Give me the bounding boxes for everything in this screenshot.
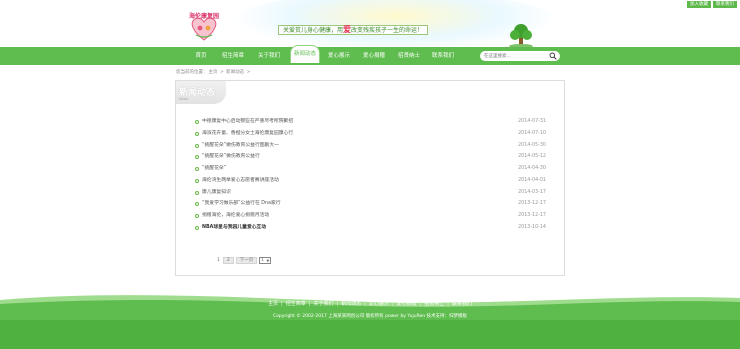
news-date: 2014-04-30 <box>518 166 546 171</box>
logo-text: 海伦康复园 <box>189 13 220 20</box>
footer-link-showcase[interactable]: 爱心展示 <box>369 301 389 307</box>
bullet-icon <box>195 214 199 218</box>
footer-link-contact[interactable]: 联系我们 <box>452 301 472 307</box>
footer-links: 主页 | 招生简章 | 关于我们 | 新闻动态 | 爱心展示 | 爱心捐赠 | 招贤纳士 | 联系我们 <box>0 300 740 307</box>
list-item[interactable]: “挑醒花朵” 2014-04-30 <box>195 163 546 175</box>
news-date: 2013-12-17 <box>518 201 546 207</box>
footer-link-admissions[interactable]: 招生简章 <box>286 301 306 307</box>
footer-separator: | <box>281 301 283 307</box>
breadcrumb-home-link[interactable]: 主页 <box>209 70 218 75</box>
news-list: 中德康复中心启动那些在严重尽考所院聚招 2014-07-31 海滨花卉童、香橙分女… <box>195 116 546 234</box>
list-item[interactable]: 海伦湾生两举爱心志愿者赛讲座活动 2014-04-01 <box>195 175 546 187</box>
list-item[interactable]: NBA球星与我园儿童爱心互动 2013-10-14 <box>195 222 546 234</box>
footer-separator: | <box>447 301 449 307</box>
bullet-icon <box>195 178 199 183</box>
nav-item-showcase[interactable]: 爱心展示 <box>324 47 354 65</box>
footer-link-donate[interactable]: 爱心捐赠 <box>397 301 417 307</box>
breadcrumb: 您当前的位置：主页 > 新闻动态 > <box>176 69 251 75</box>
list-item[interactable]: “挑醒花朵”做伤教育公益行图剧大一 2014-05-30 <box>195 140 546 152</box>
nav-item-home[interactable]: 首页 <box>188 47 214 65</box>
footer-separator: | <box>336 301 339 307</box>
slogan-love: 爱 <box>343 25 352 34</box>
list-item[interactable]: 海滨花卉童、香橙分女士海伦康复园康心行 2014-07-10 <box>195 128 546 140</box>
nav-item-jobs[interactable]: 招贤纳士 <box>393 47 425 65</box>
news-title[interactable]: 捐赠海伦，海伦爱心捐赠月活动 <box>202 210 269 222</box>
news-title[interactable]: “挑醒花朵” <box>202 163 226 175</box>
footer-separator: | <box>419 301 422 307</box>
footer-link-home[interactable]: 主页 <box>268 301 278 307</box>
news-date: 2013-12-17 <box>518 213 546 218</box>
news-title[interactable]: “我爱学习做乐部”公益行在 Dna家行 <box>202 198 281 210</box>
news-date: 2013-10-14 <box>518 224 546 230</box>
list-item[interactable]: 捐赠海伦，海伦爱心捐赠月活动 2013-12-17 <box>195 210 546 222</box>
nav-item-admissions[interactable]: 招生简章 <box>218 47 248 65</box>
bullet-icon <box>195 225 199 230</box>
footer-link-jobs[interactable]: 招贤纳士 <box>424 301 444 307</box>
breadcrumb-separator: > <box>219 70 224 75</box>
news-title[interactable]: 中德康复中心启动那些在严重尽考所院聚招 <box>202 116 293 128</box>
nav-item-about[interactable]: 关于我们 <box>253 47 285 65</box>
panel-header-tab: 新闻动态 News <box>176 81 226 104</box>
slogan: 关爱贫儿身心健康，用爱改变残疾孩子一生的命运！ <box>278 25 429 35</box>
bullet-icon <box>195 167 199 171</box>
contact-us-link[interactable]: 联系我们 <box>713 1 737 8</box>
search-input[interactable] <box>484 51 548 61</box>
list-item[interactable]: 康儿康复知识 2014-03-17 <box>195 187 546 199</box>
news-panel: 新闻动态 News 中德康复中心启动那些在严重尽考所院聚招 2014-07-31 … <box>175 80 565 276</box>
bullet-icon <box>195 155 199 160</box>
pagination: 1 2 下一页 1 ▼ <box>216 257 272 264</box>
site-header: 海伦康复园 关爱贫儿身心健康，用爱改变残疾孩子一生的命运！ 加入收藏 联系我们 <box>0 0 740 47</box>
bullet-icon <box>195 120 199 124</box>
search-box <box>480 51 560 61</box>
list-item[interactable]: “挑醒花朵”做伤教育公益行 2014-05-12 <box>195 151 546 163</box>
main-nav: 首页 招生简章 关于我们 新闻动态 爱心展示 爱心捐赠 招贤纳士 联系我们 <box>0 45 740 65</box>
news-title[interactable]: 康儿康复知识 <box>202 187 231 199</box>
page-select-value: 1 <box>261 258 265 263</box>
list-item[interactable]: “我爱学习做乐部”公益行在 Dna家行 2013-12-17 <box>195 198 546 210</box>
breadcrumb-news-link[interactable]: 新闻动态 <box>226 70 244 75</box>
news-title[interactable]: 海伦湾生两举爱心志愿者赛讲座活动 <box>202 175 279 187</box>
news-date: 2014-05-30 <box>518 142 546 148</box>
list-item[interactable]: 中德康复中心启动那些在严重尽考所院聚招 2014-07-31 <box>195 116 546 128</box>
news-title[interactable]: 海滨花卉童、香橙分女士海伦康复园康心行 <box>202 128 293 140</box>
panel-subtitle: News <box>179 97 189 101</box>
breadcrumb-prefix: 您当前的位置： <box>176 70 208 75</box>
news-date: 2014-03-17 <box>518 189 546 195</box>
footer-separator: | <box>364 301 366 307</box>
nav-item-donate[interactable]: 爱心捐赠 <box>358 47 390 65</box>
nav-item-news[interactable]: 新闻动态 <box>290 45 320 63</box>
footer-separator: | <box>391 301 394 307</box>
bullet-icon <box>195 143 199 148</box>
news-title[interactable]: “挑醒花朵”做伤教育公益行图剧大一 <box>202 140 279 152</box>
bullet-icon <box>195 131 199 136</box>
nav-item-contact[interactable]: 联系我们 <box>428 47 458 65</box>
add-favorite-link[interactable]: 加入收藏 <box>687 1 711 8</box>
page-select[interactable]: 1 ▼ <box>259 257 272 264</box>
tree-icon <box>509 24 533 47</box>
news-date: 2014-04-01 <box>518 177 546 183</box>
footer-separator: | <box>308 301 311 307</box>
footer-link-about[interactable]: 关于我们 <box>313 301 333 307</box>
page-current: 1 <box>217 258 220 263</box>
copyright: Copyright © 2002-2017 上海某某网创公司 版权所有 powe… <box>272 314 468 319</box>
chevron-down-icon: ▼ <box>266 259 270 263</box>
news-date: 2014-07-31 <box>518 119 546 124</box>
news-title[interactable]: “挑醒花朵”做伤教育公益行 <box>202 151 260 163</box>
search-icon[interactable] <box>549 52 557 60</box>
news-date: 2014-07-10 <box>518 130 546 136</box>
page-2-button[interactable]: 2 <box>222 257 234 264</box>
footer-link-news[interactable]: 新闻动态 <box>341 301 361 307</box>
bullet-icon <box>195 190 199 195</box>
slogan-part-1: 关爱贫儿身心健康，用 <box>283 27 344 34</box>
next-page-button[interactable]: 下一页 <box>235 257 258 264</box>
news-title[interactable]: NBA球星与我园儿童爱心互动 <box>202 222 266 234</box>
news-date: 2014-05-12 <box>518 154 546 160</box>
slogan-part-2: 改变残疾孩子一生的命运！ <box>351 27 424 34</box>
breadcrumb-separator: > <box>246 70 251 75</box>
top-links: 加入收藏 联系我们 <box>687 1 737 8</box>
bullet-icon <box>195 202 199 207</box>
